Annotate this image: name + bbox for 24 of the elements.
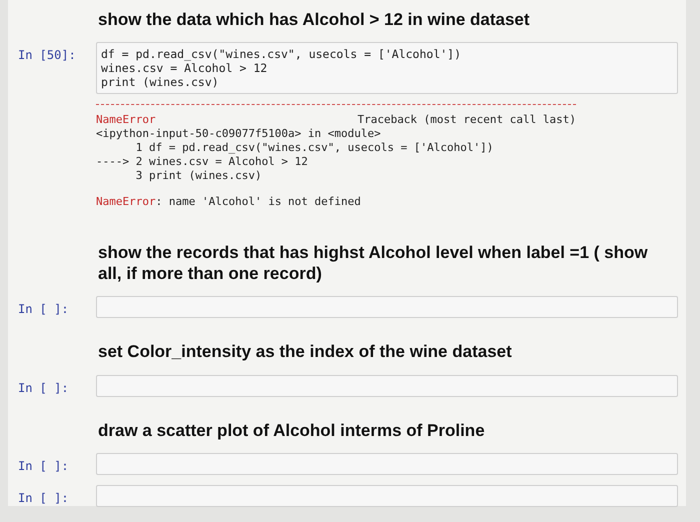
error-message: NameError: name 'Alcohol' is not defined [96, 195, 362, 210]
markdown-heading: show the data which has Alcohol > 12 in wine dataset [98, 10, 531, 30]
cell-prompt: In [ ]: [18, 301, 70, 316]
traceback-title: Traceback (most recent call last) [357, 113, 576, 128]
cell-prompt: In [ ]: [18, 490, 70, 505]
markdown-heading: draw a scatter plot of Alcohol interms of Proline [98, 420, 486, 441]
code-input[interactable]: df = pd.read_csv("wines.csv", usecols = ['Alcohol']) wines.csv = Alcohol > 12 print (wines.csv) [96, 42, 678, 94]
code-input[interactable] [96, 484, 678, 507]
markdown-heading: show the records that has highst Alcohol level when label =1 ( show all, if more than one record) [98, 243, 649, 284]
code-line: wines.csv = Alcohol > 12 [101, 61, 268, 76]
cell-prompt: In [ ]: [18, 458, 70, 473]
cell-prompt: In [50]: [18, 47, 77, 62]
code-line: df = pd.read_csv("wines.csv", usecols = ['Alcohol']) [101, 47, 462, 62]
code-input[interactable] [96, 452, 678, 475]
code-input[interactable] [96, 296, 678, 318]
cell-prompt: In [ ]: [18, 380, 70, 395]
traceback-line: 3 print (wines.csv) [134, 169, 263, 184]
traceback-location: <ipython-input-50-c09077f5100a> in <module> [96, 127, 382, 142]
traceback-line: 1 df = pd.read_csv("wines.csv", usecols = ['Alcohol']) [134, 141, 494, 156]
error-name: NameError [96, 113, 156, 128]
code-input[interactable] [96, 374, 678, 397]
markdown-heading: set Color_intensity as the index of the wine dataset [98, 342, 513, 363]
code-line: print (wines.csv) [101, 75, 220, 90]
traceback-line: ----> 2 wines.csv = Alcohol > 12 [96, 155, 309, 170]
